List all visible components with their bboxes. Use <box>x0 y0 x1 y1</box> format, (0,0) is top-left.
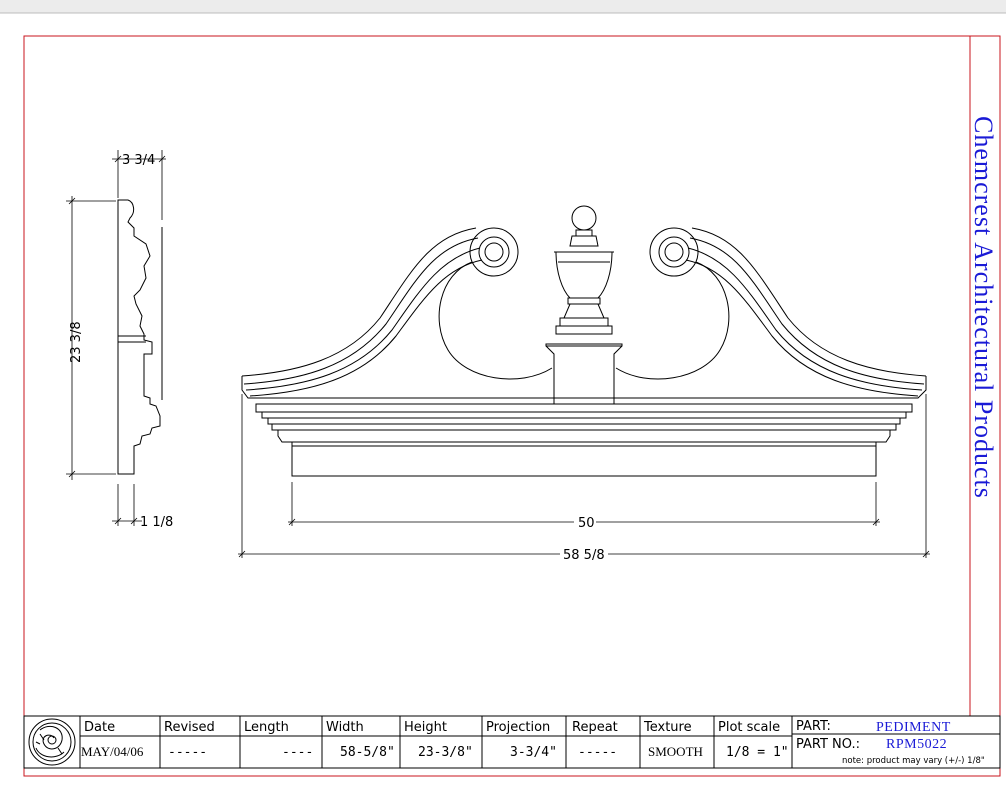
inner-width-dim: 50 <box>578 516 595 531</box>
header-revised: Revised <box>164 720 215 735</box>
overall-width-dim: 58 5/8 <box>563 548 605 563</box>
chemcrest-logo <box>28 718 76 766</box>
header-date: Date <box>84 720 115 735</box>
part-no-value: RPM5022 <box>886 737 947 752</box>
header-plot-scale: Plot scale <box>718 720 780 735</box>
header-height: Height <box>404 720 447 735</box>
header-texture: Texture <box>643 720 692 735</box>
value-length: ---- <box>282 745 313 760</box>
part-value: PEDIMENT <box>876 720 951 735</box>
header-repeat: Repeat <box>572 720 618 735</box>
value-repeat: ----- <box>578 745 617 760</box>
value-date: MAY/04/06 <box>81 744 144 759</box>
side-depth-dim: 3 3/4 <box>122 153 155 168</box>
value-texture: SMOOTH <box>648 744 703 759</box>
top-strip <box>0 0 1006 13</box>
header-projection: Projection <box>486 720 550 735</box>
value-plot-scale: 1/8 = 1" <box>726 745 789 760</box>
part-label: PART: <box>796 719 831 734</box>
side-bottom-dim: 1 1/8 <box>140 515 173 530</box>
drawing-sheet: Chemcrest Architectural Products 3 3/4 2… <box>0 0 1006 777</box>
value-projection: 3-3/4" <box>510 745 557 760</box>
brand-text: Chemcrest Architectural Products <box>969 116 998 499</box>
value-width: 58-5/8" <box>340 745 395 760</box>
tolerance-note: note: product may vary (+/-) 1/8" <box>842 756 985 766</box>
header-length: Length <box>244 720 289 735</box>
drawing-border <box>23 35 1001 777</box>
part-no-label: PART NO.: <box>796 737 860 752</box>
value-height: 23-3/8" <box>418 745 473 760</box>
pediment-elevation <box>241 205 927 477</box>
side-height-dim: 23 3/8 <box>69 321 84 363</box>
header-width: Width <box>326 720 364 735</box>
side-profile <box>117 199 163 475</box>
value-revised: ----- <box>168 745 207 760</box>
